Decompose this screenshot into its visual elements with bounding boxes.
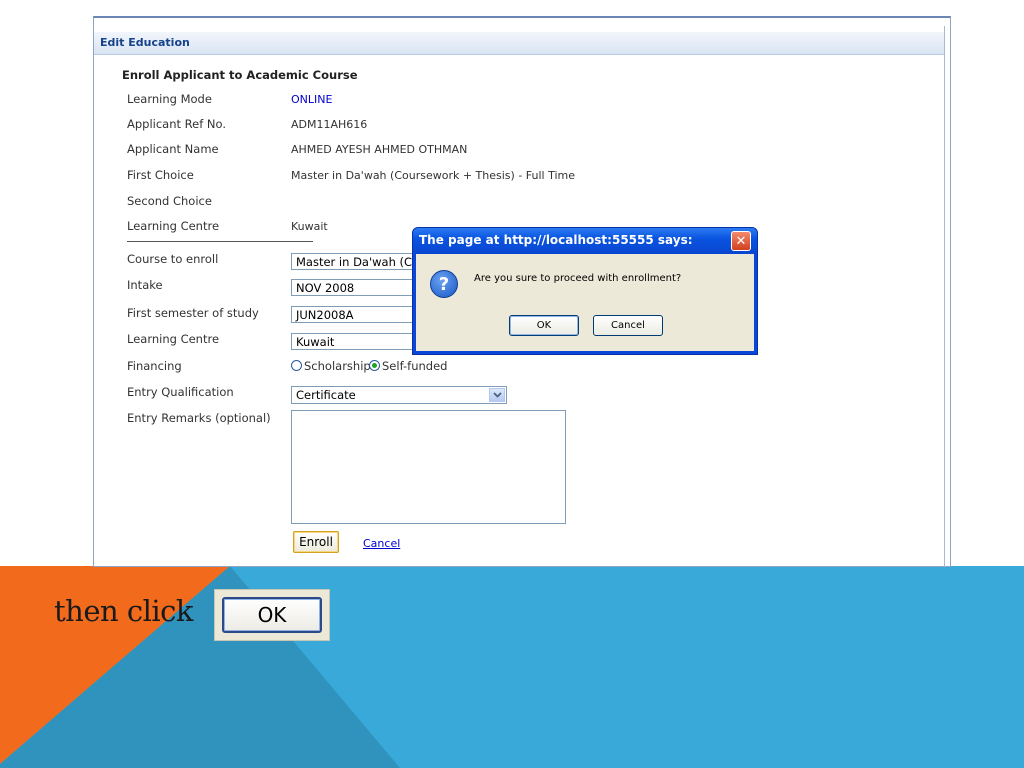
cancel-link[interactable]: Cancel	[363, 537, 400, 550]
question-icon: ?	[430, 270, 458, 298]
remarks-label: Entry Remarks (optional)	[127, 411, 271, 425]
learning-centre-info-label: Learning Centre	[127, 219, 220, 233]
qualification-label: Entry Qualification	[127, 385, 234, 399]
panel-right-border	[944, 26, 945, 567]
dialog-message: Are you sure to proceed with enrollment?	[474, 273, 682, 284]
learning-centre-label: Learning Centre	[127, 332, 220, 346]
dialog-cancel-button[interactable]: Cancel	[593, 315, 663, 336]
confirm-dialog: The page at http://localhost:55555 says:…	[412, 227, 758, 355]
first-choice-label: First Choice	[127, 168, 194, 182]
ok-sample-label: OK	[222, 597, 322, 633]
self-funded-radio[interactable]	[369, 360, 380, 371]
dialog-titlebar[interactable]: The page at http://localhost:55555 says:…	[413, 228, 757, 254]
second-choice-label: Second Choice	[127, 194, 212, 208]
learning-mode-label: Learning Mode	[127, 92, 212, 106]
dialog-title: The page at http://localhost:55555 says:	[419, 233, 693, 247]
close-icon[interactable]: ✕	[731, 231, 751, 251]
panel-title: Edit Education	[100, 36, 190, 49]
scholarship-radio-label: Scholarship	[304, 359, 371, 373]
section-divider	[127, 241, 313, 242]
qualification-value: Certificate	[296, 388, 356, 402]
learning-mode-value: ONLINE	[291, 93, 333, 106]
applicant-ref-label: Applicant Ref No.	[127, 117, 227, 131]
slide-caption: then click	[54, 594, 194, 628]
semester-label: First semester of study	[127, 306, 259, 320]
financing-label: Financing	[127, 359, 182, 373]
section-title: Enroll Applicant to Academic Course	[122, 68, 358, 82]
qualification-select[interactable]: Certificate	[291, 386, 507, 404]
applicant-name-label: Applicant Name	[127, 142, 219, 156]
self-funded-radio-label: Self-funded	[382, 359, 448, 373]
panel-header: Edit Education	[94, 32, 944, 55]
ok-button-sample: OK	[214, 589, 330, 641]
remarks-textarea[interactable]	[291, 410, 566, 524]
learning-centre-info-value: Kuwait	[291, 220, 328, 233]
first-choice-value: Master in Da'wah (Coursework + Thesis) -…	[291, 169, 576, 182]
applicant-ref-value: ADM11AH616	[291, 118, 368, 131]
dialog-body: ? Are you sure to proceed with enrollmen…	[416, 254, 754, 351]
chevron-down-icon[interactable]	[489, 388, 505, 402]
scholarship-radio[interactable]	[291, 360, 302, 371]
intake-label: Intake	[127, 278, 163, 292]
applicant-name-value: AHMED AYESH AHMED OTHMAN	[291, 143, 468, 156]
enroll-button[interactable]: Enroll	[293, 531, 339, 553]
course-label: Course to enroll	[127, 252, 219, 266]
dialog-ok-button[interactable]: OK	[509, 315, 579, 336]
